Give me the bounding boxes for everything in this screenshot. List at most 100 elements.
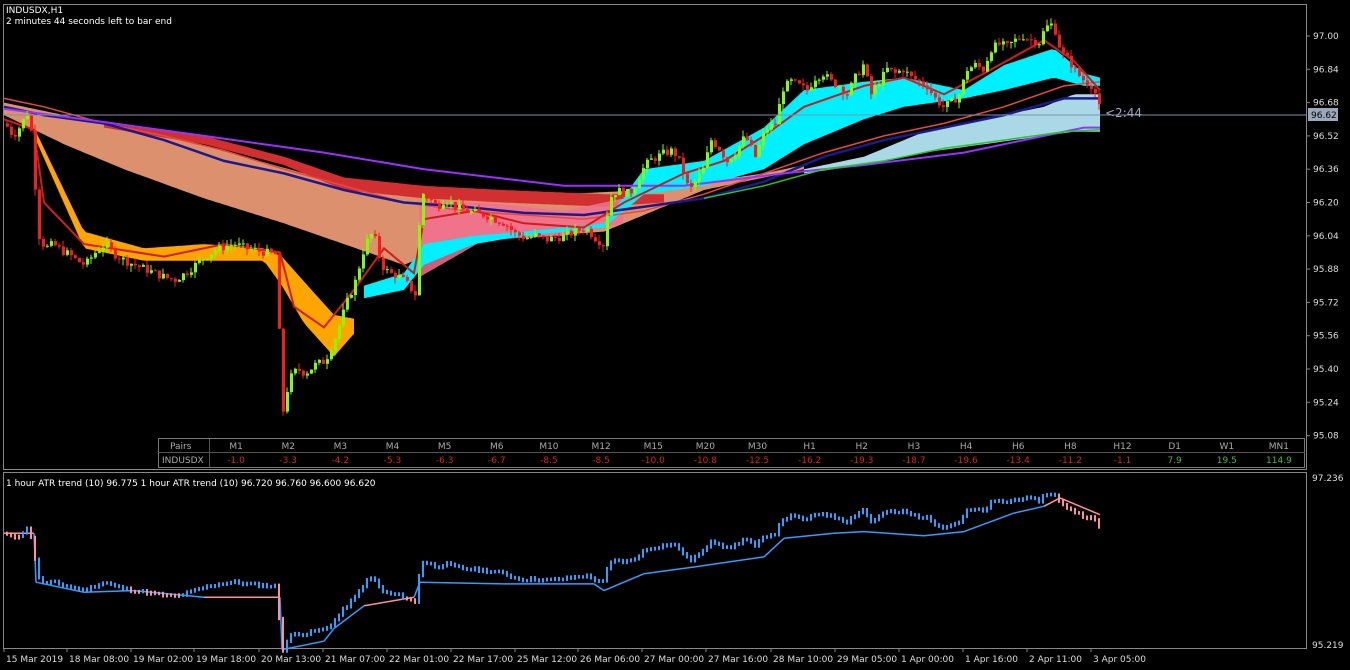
atr-bar bbox=[634, 557, 636, 562]
atr-bar bbox=[834, 513, 836, 520]
atr-bar bbox=[1042, 494, 1044, 504]
atr-bar bbox=[598, 579, 600, 583]
atr-bar bbox=[962, 514, 964, 524]
y-tick-label: 95.40 bbox=[1313, 365, 1339, 375]
candle-body bbox=[722, 150, 725, 158]
atr-bar bbox=[234, 579, 236, 585]
candle-body bbox=[862, 64, 865, 75]
atr-bar bbox=[150, 590, 152, 596]
atr-bar bbox=[1038, 496, 1040, 504]
atr-bar bbox=[434, 562, 436, 569]
atr-bar bbox=[534, 576, 536, 582]
table-value: 19.5 bbox=[1217, 456, 1237, 466]
candle-body bbox=[654, 158, 657, 161]
table-value: -10.8 bbox=[694, 456, 718, 466]
atr-bar bbox=[946, 525, 948, 530]
table-col-header: M12 bbox=[591, 442, 610, 452]
x-tick-label: 3 Apr 05:00 bbox=[1093, 655, 1146, 665]
candle-body bbox=[86, 258, 89, 265]
atr-axis-top: 97.236 bbox=[1312, 474, 1344, 484]
candle-body bbox=[918, 79, 921, 82]
candle-body bbox=[662, 149, 665, 154]
currency-strength-table: Pairs INDUSDX M1 -1.0 M2 -3.3 M3 -4.2 M4 -5.3 M5 -6… bbox=[158, 438, 1305, 468]
atr-bar bbox=[374, 576, 376, 582]
y-tick-label: 95.72 bbox=[1313, 298, 1339, 308]
candle-body bbox=[670, 148, 673, 155]
candle-body bbox=[570, 231, 573, 236]
atr-bar bbox=[294, 631, 296, 637]
atr-bar bbox=[810, 514, 812, 521]
atr-bar bbox=[838, 516, 840, 521]
candle-body bbox=[954, 98, 957, 103]
candle-body bbox=[618, 187, 621, 196]
atr-bar bbox=[630, 558, 632, 563]
candle-body bbox=[254, 248, 257, 250]
atr-bar bbox=[998, 498, 1000, 503]
atr-bar bbox=[182, 593, 184, 597]
candle-body bbox=[922, 81, 925, 86]
atr-bar bbox=[246, 581, 248, 587]
atr-bar bbox=[486, 567, 488, 575]
candle-body bbox=[302, 370, 305, 376]
x-tick-label: 20 Mar 13:00 bbox=[261, 655, 321, 665]
candle-body bbox=[334, 339, 337, 351]
atr-bar bbox=[322, 627, 324, 632]
atr-bar bbox=[806, 517, 808, 522]
y-tick-label: 96.20 bbox=[1313, 199, 1339, 209]
candle-body bbox=[378, 236, 381, 258]
atr-bar bbox=[1030, 495, 1032, 500]
candle-body bbox=[482, 212, 485, 217]
atr-bar bbox=[1034, 496, 1036, 501]
atr-bar bbox=[474, 566, 476, 572]
atr-bar bbox=[922, 516, 924, 520]
atr-bar bbox=[62, 582, 64, 588]
atr-bar bbox=[958, 520, 960, 526]
atr-bar bbox=[506, 570, 508, 577]
candle-body bbox=[538, 233, 541, 236]
atr-bar bbox=[902, 508, 904, 515]
candle-body bbox=[250, 249, 253, 251]
candle-body bbox=[498, 222, 501, 224]
atr-bar bbox=[1026, 495, 1028, 501]
candle-body bbox=[650, 158, 653, 160]
x-tick-label: 21 Mar 07:00 bbox=[325, 655, 385, 665]
bar-timer-label: <2:44 bbox=[1105, 106, 1142, 120]
candle-body bbox=[246, 243, 249, 250]
atr-bar bbox=[554, 576, 556, 582]
atr-bar bbox=[566, 575, 568, 581]
atr-bar bbox=[382, 585, 384, 594]
atr-bar bbox=[1058, 493, 1060, 503]
candle-body bbox=[946, 101, 949, 108]
candle-body bbox=[502, 223, 505, 226]
candle-body bbox=[386, 269, 389, 271]
candle-body bbox=[1054, 23, 1057, 35]
atr-bar bbox=[886, 509, 888, 515]
x-tick-label: 18 Mar 08:00 bbox=[69, 655, 129, 665]
atr-bar bbox=[942, 524, 944, 530]
atr-bar bbox=[422, 560, 424, 578]
atr-bar bbox=[258, 581, 260, 589]
atr-bar bbox=[618, 558, 620, 563]
x-tick-label: 1 Apr 16:00 bbox=[965, 655, 1018, 665]
atr-bar bbox=[274, 583, 276, 589]
atr-bar bbox=[174, 593, 176, 598]
atr-bar bbox=[10, 532, 12, 538]
table-value: -16.2 bbox=[798, 456, 821, 466]
candle-body bbox=[374, 234, 377, 237]
candle-body bbox=[926, 85, 929, 90]
x-tick-label: 19 Mar 02:00 bbox=[133, 655, 193, 665]
atr-bar bbox=[582, 575, 584, 579]
candle-body bbox=[938, 97, 941, 106]
atr-bar bbox=[102, 581, 104, 587]
atr-bar bbox=[142, 589, 144, 594]
atr-bar bbox=[890, 509, 892, 514]
candle-body bbox=[818, 79, 821, 81]
atr-bar bbox=[926, 514, 928, 520]
atr-bar bbox=[826, 511, 828, 518]
x-tick-label: 1 Apr 00:00 bbox=[901, 655, 954, 665]
atr-bar bbox=[746, 537, 748, 542]
atr-bar bbox=[770, 533, 772, 539]
candle-body bbox=[178, 280, 181, 282]
candle-body bbox=[702, 167, 705, 174]
atr-bar bbox=[170, 593, 172, 597]
